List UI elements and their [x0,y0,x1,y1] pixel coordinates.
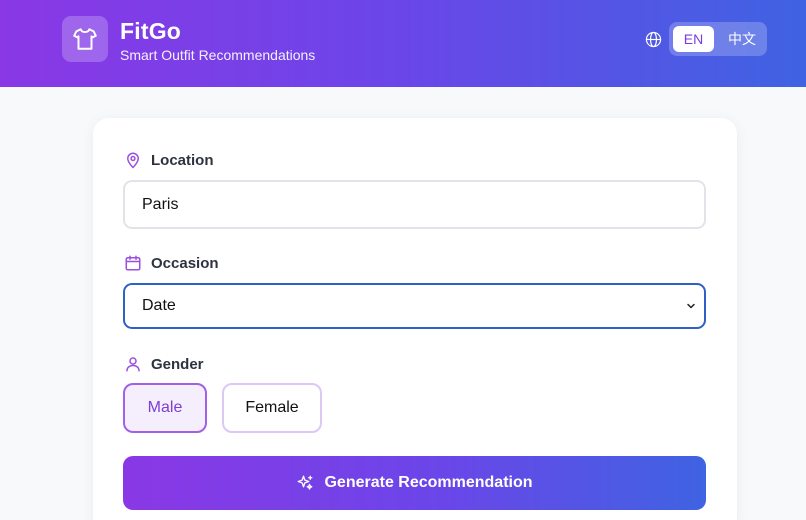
language-option-en[interactable]: EN [673,26,714,52]
location-label: Location [151,151,214,169]
gender-option-female[interactable]: Female [222,383,322,433]
generate-recommendation-button[interactable]: Generate Recommendation [123,456,706,510]
gender-label-row: Gender [124,355,204,373]
gender-label: Gender [151,355,204,373]
app-header: FitGo Smart Outfit Recommendations EN 中文 [0,0,806,87]
chevron-down-icon [687,303,695,309]
app-subtitle: Smart Outfit Recommendations [120,47,316,63]
app-logo [62,16,108,62]
shirt-icon [73,28,97,50]
gender-option-male[interactable]: Male [123,383,207,433]
user-icon [126,357,140,372]
location-label-row: Location [124,151,214,169]
occasion-label: Occasion [151,254,219,272]
occasion-value: Date [142,297,176,314]
calendar-icon [125,255,141,271]
map-pin-icon [127,152,139,169]
location-value: Paris [142,195,179,213]
occasion-select[interactable]: Date [123,283,706,329]
occasion-label-row: Occasion [124,254,219,272]
app-title: FitGo [120,18,182,44]
sparkles-icon [298,475,313,490]
generate-label: Generate Recommendation [324,474,533,491]
globe-icon [645,31,662,48]
language-option-zh[interactable]: 中文 [721,26,763,52]
location-input[interactable]: Paris [123,180,706,229]
language-switcher: EN 中文 [669,22,767,56]
